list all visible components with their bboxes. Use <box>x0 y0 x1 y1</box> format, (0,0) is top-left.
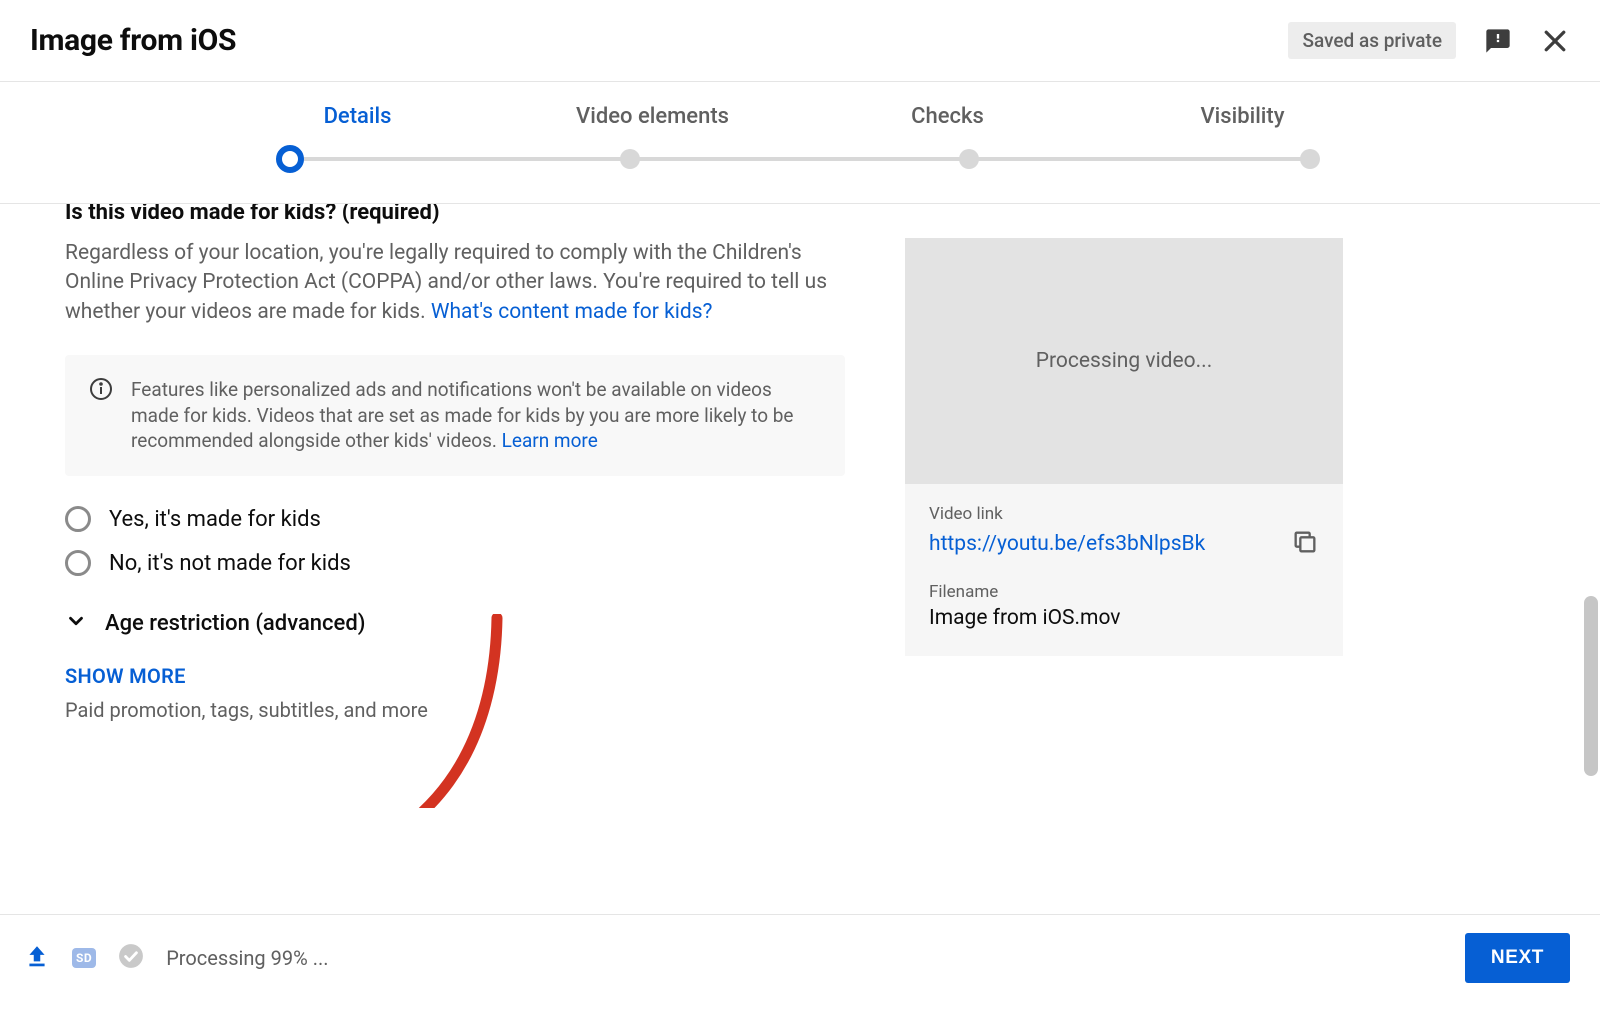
kids-learn-more-link[interactable]: Learn more <box>502 429 598 452</box>
stepper-track <box>290 145 1310 173</box>
step-dot-2[interactable] <box>620 149 640 169</box>
check-icon <box>118 943 144 973</box>
radio-icon <box>65 506 91 532</box>
video-meta: Video link https://youtu.be/efs3bNlpsBk … <box>905 484 1343 656</box>
sd-badge: SD <box>72 948 96 968</box>
close-icon[interactable] <box>1540 26 1570 56</box>
age-restriction-label: Age restriction (advanced) <box>105 611 365 636</box>
show-more-description: Paid promotion, tags, subtitles, and mor… <box>65 698 845 722</box>
upload-icon <box>24 943 50 973</box>
radio-label: No, it's not made for kids <box>109 551 351 576</box>
chevron-down-icon <box>65 610 87 636</box>
kids-heading: Is this video made for kids? (required) <box>65 204 845 225</box>
feedback-icon[interactable] <box>1484 27 1512 55</box>
video-link[interactable]: https://youtu.be/efs3bNlpsBk <box>929 532 1205 556</box>
content-area: Is this video made for kids? (required) … <box>0 204 1600 808</box>
radio-icon <box>65 550 91 576</box>
step-video-elements[interactable]: Video elements <box>505 104 800 129</box>
kids-info-text-wrap: Features like personalized ads and notif… <box>131 377 821 454</box>
age-restriction-toggle[interactable]: Age restriction (advanced) <box>65 610 845 636</box>
step-visibility[interactable]: Visibility <box>1095 104 1390 129</box>
info-icon <box>89 377 113 454</box>
copy-icon[interactable] <box>1291 528 1319 560</box>
kids-info-text: Features like personalized ads and notif… <box>131 378 794 452</box>
step-dot-3[interactable] <box>959 149 979 169</box>
header-actions: Saved as private <box>1288 22 1570 59</box>
step-dot-1[interactable] <box>276 145 304 173</box>
kids-info-callout: Features like personalized ads and notif… <box>65 355 845 476</box>
radio-label: Yes, it's made for kids <box>109 507 321 532</box>
radio-kids-no[interactable]: No, it's not made for kids <box>65 550 845 576</box>
video-link-label: Video link <box>929 504 1319 524</box>
filename-value: Image from iOS.mov <box>929 606 1319 630</box>
save-status-chip: Saved as private <box>1288 22 1456 59</box>
kids-help-link[interactable]: What's content made for kids? <box>431 300 713 324</box>
show-more-button[interactable]: SHOW MORE <box>65 664 845 688</box>
next-button[interactable]: NEXT <box>1465 933 1570 983</box>
video-preview-panel: Processing video... Video link https://y… <box>905 204 1343 808</box>
processing-status: Processing 99% ... <box>166 946 328 970</box>
details-form: Is this video made for kids? (required) … <box>65 204 845 808</box>
dialog-footer: SD Processing 99% ... NEXT <box>0 914 1600 1025</box>
step-details[interactable]: Details <box>210 104 505 129</box>
filename-label: Filename <box>929 582 1319 602</box>
video-thumbnail-processing: Processing video... <box>905 238 1343 484</box>
upload-stepper: Details Video elements Checks Visibility <box>0 82 1600 204</box>
radio-kids-yes[interactable]: Yes, it's made for kids <box>65 506 845 532</box>
step-checks[interactable]: Checks <box>800 104 1095 129</box>
step-dot-4[interactable] <box>1300 149 1320 169</box>
footer-status-group: SD Processing 99% ... <box>24 943 329 973</box>
dialog-header: Image from iOS Saved as private <box>0 0 1600 82</box>
page-title: Image from iOS <box>30 23 236 58</box>
scrollbar-thumb[interactable] <box>1584 596 1598 776</box>
kids-description: Regardless of your location, you're lega… <box>65 239 845 327</box>
processing-text: Processing video... <box>1036 349 1213 373</box>
